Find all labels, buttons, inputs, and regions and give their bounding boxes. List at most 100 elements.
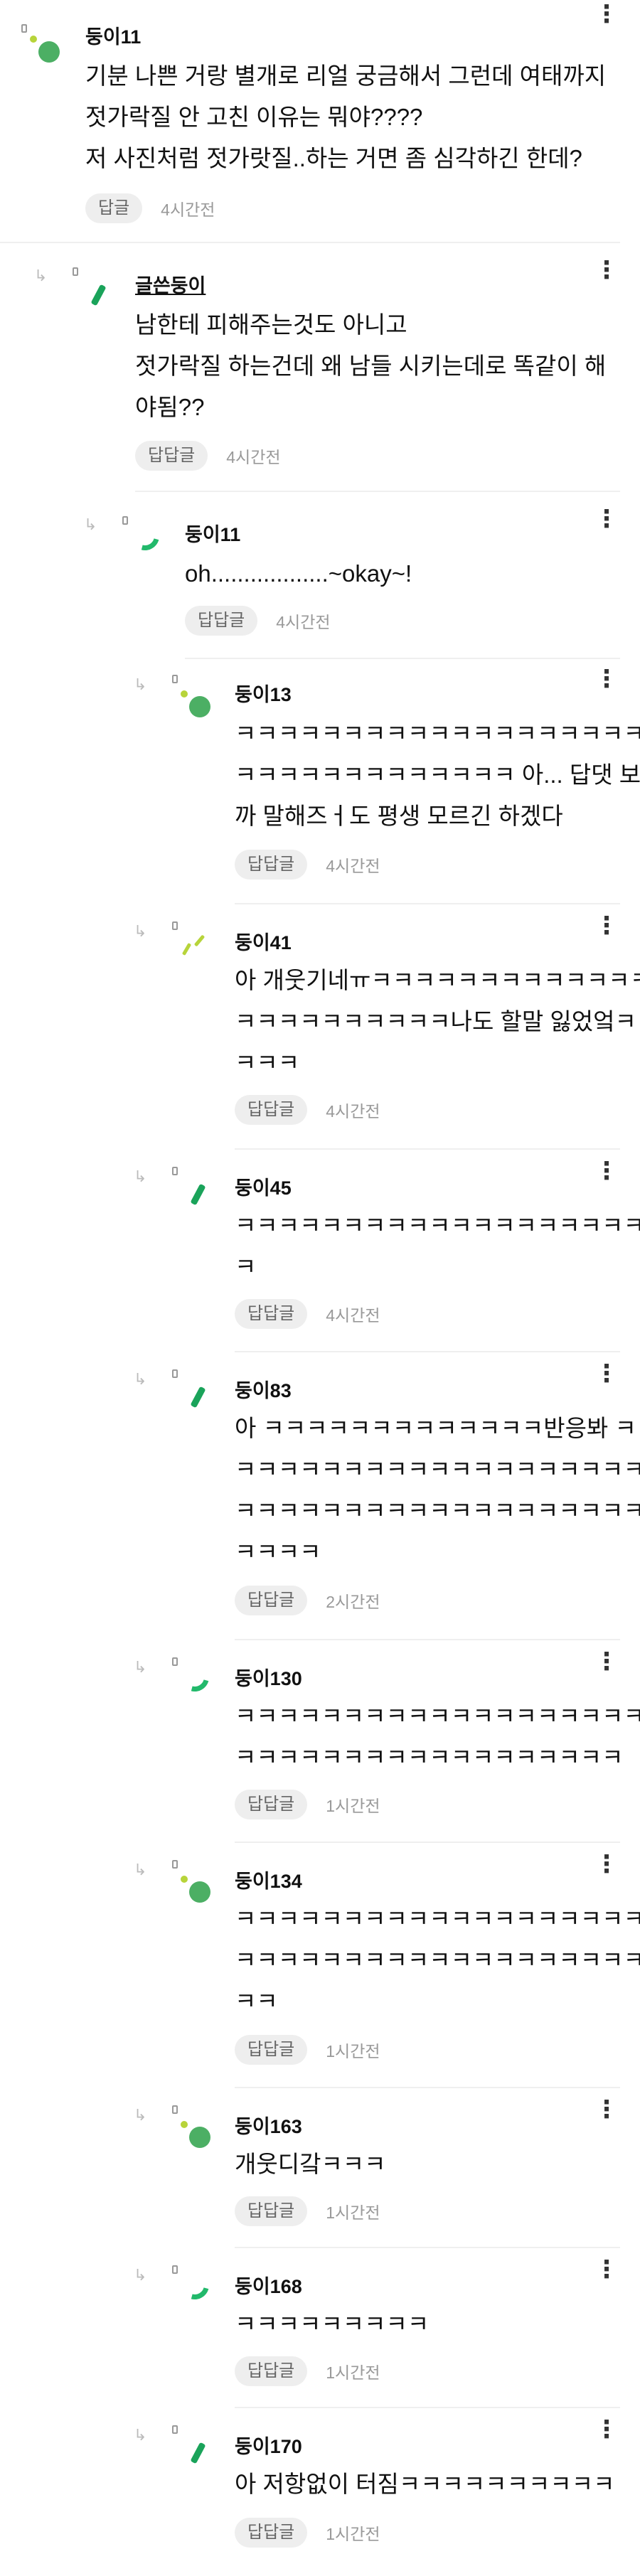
divider (235, 1351, 620, 1352)
comment-author[interactable]: 둥이45 (235, 1172, 292, 1200)
more-dots-icon[interactable]: ⋮ (594, 2417, 620, 2442)
timestamp: 1시간전 (326, 2525, 380, 2543)
comment-item: ↳ 둥이83 ⋮ 아 ㅋㅋㅋㅋㅋㅋㅋㅋㅋㅋㅋㅋㅋ반응봐 ㅋ ㅋㅋㅋㅋㅋㅋㅋㅋㅋㅋ… (0, 1351, 640, 1639)
reply-button[interactable]: 답답글 (235, 1586, 308, 1615)
timestamp: 4시간전 (326, 1306, 380, 1325)
comment-body: 아 개웃기네ㅠㅋㅋㅋㅋㅋㅋㅋㅋㅋㅋㅋㅋㅋ ㅋㅋㅋㅋㅋㅋㅋㅋㅋㅋ나도 할말 잃었엌… (235, 967, 640, 1076)
reply-button[interactable]: 답답글 (235, 2356, 308, 2386)
more-dots-icon[interactable]: ⋮ (594, 1852, 620, 1876)
comment-meta: 답답글 4시간전 (235, 1299, 380, 1329)
reply-button[interactable]: 답답글 (235, 2035, 308, 2065)
divider (235, 2087, 620, 2088)
reply-button[interactable]: 답답글 (135, 441, 208, 471)
reply-button[interactable]: 답답글 (235, 1790, 308, 1819)
more-dots-icon[interactable]: ⋮ (594, 2097, 620, 2122)
comment-author[interactable]: 둥이13 (235, 679, 292, 707)
comment-item: ↳ 둥이134 ⋮ ㅋㅋㅋㅋㅋㅋㅋㅋㅋㅋㅋㅋㅋㅋㅋㅋㅋㅋㅋㅋ ㅋㅋㅋㅋㅋㅋㅋㅋㅋ… (0, 1842, 640, 2087)
timestamp: 4시간전 (226, 448, 281, 466)
more-dots-icon[interactable]: ⋮ (594, 2, 620, 26)
avatar[interactable] (171, 1657, 216, 1703)
comment-author[interactable]: 둥이130 (235, 1663, 302, 1691)
comment-author[interactable]: 둥이134 (235, 1866, 302, 1893)
avatar[interactable] (171, 2105, 216, 2151)
reply-arrow-icon: ↳ (134, 1658, 147, 1676)
comment-meta: 답답글 1시간전 (235, 2518, 380, 2548)
avatar[interactable] (171, 921, 216, 967)
divider (235, 1639, 620, 1640)
reply-button[interactable]: 답답글 (235, 2196, 308, 2226)
comment-author[interactable]: 둥이11 (85, 21, 141, 49)
comment-meta: 답답글 1시간전 (235, 2356, 380, 2386)
comment-item: ↳ 둥이45 ⋮ ㅋㅋㅋㅋㅋㅋㅋㅋㅋㅋㅋㅋㅋㅋㅋㅋㅋㅋㅋㅋ ㅋ 답답글 4시간전 (0, 1148, 640, 1351)
more-dots-icon[interactable]: ⋮ (594, 1362, 620, 1386)
comment-body: ㅋㅋㅋㅋㅋㅋㅋㅋㅋㅋㅋㅋㅋㅋㅋㅋㅋㅋㅋㅋ ㅋ (235, 1212, 640, 1280)
reply-arrow-icon: ↳ (84, 515, 97, 533)
timestamp: 1시간전 (326, 1797, 380, 1815)
reply-button[interactable]: 답답글 (235, 2518, 308, 2548)
comment-body: 아 ㅋㅋㅋㅋㅋㅋㅋㅋㅋㅋㅋㅋㅋ반응봐 ㅋ ㅋㅋㅋㅋㅋㅋㅋㅋㅋㅋㅋㅋㅋㅋㅋㅋㅋㅋㅋ… (235, 1415, 640, 1565)
comment-item: ↳ 둥이41 ⋮ 아 개웃기네ㅠㅋㅋㅋㅋㅋㅋㅋㅋㅋㅋㅋㅋㅋ ㅋㅋㅋㅋㅋㅋㅋㅋㅋㅋ… (0, 903, 640, 1148)
comment-body: oh..................~okay~! (185, 560, 412, 587)
avatar[interactable] (171, 1167, 216, 1212)
comment-body: ㅋㅋㅋㅋㅋㅋㅋㅋㅋ (235, 2311, 430, 2337)
comment-meta: 답답글 4시간전 (185, 606, 331, 636)
reply-button[interactable]: 답글 (85, 193, 143, 223)
timestamp: 1시간전 (326, 2363, 380, 2382)
divider (235, 903, 620, 904)
more-dots-icon[interactable]: ⋮ (594, 2257, 620, 2282)
comment-meta: 답답글 4시간전 (235, 850, 380, 880)
comment-body: ㅋㅋㅋㅋㅋㅋㅋㅋㅋㅋㅋㅋㅋㅋㅋㅋㅋㅋㅋㅋ ㅋㅋㅋㅋㅋㅋㅋㅋㅋㅋㅋㅋㅋ 아... … (235, 720, 640, 829)
avatar[interactable] (71, 267, 117, 313)
comment-item: 둥이11 ⋮ 기분 나쁜 거랑 별개로 리얼 궁금해서 그런데 여태까지 젓가락… (0, 0, 640, 242)
more-dots-icon[interactable]: ⋮ (594, 1650, 620, 1674)
more-dots-icon[interactable]: ⋮ (594, 667, 620, 691)
avatar[interactable] (171, 1860, 216, 1906)
more-dots-icon[interactable]: ⋮ (594, 1159, 620, 1183)
avatar[interactable] (171, 675, 216, 720)
avatar[interactable] (171, 2265, 216, 2311)
comment-item: ↳ 둥이163 ⋮ 개웃디갘ㅋㅋㅋ 답답글 1시간전 (0, 2087, 640, 2247)
comment-author[interactable]: 글쓴둥이 (135, 270, 206, 298)
divider (235, 1148, 620, 1150)
comment-item: ↳ 둥이130 ⋮ ㅋㅋㅋㅋㅋㅋㅋㅋㅋㅋㅋㅋㅋㅋㅋㅋㅋㅋㅋㅋ ㅋㅋㅋㅋㅋㅋㅋㅋㅋ… (0, 1639, 640, 1842)
comment-body: 기분 나쁜 거랑 별개로 리얼 궁금해서 그런데 여태까지 젓가락질 안 고친 … (85, 63, 607, 171)
comment-item: ↳ 둥이13 ⋮ ㅋㅋㅋㅋㅋㅋㅋㅋㅋㅋㅋㅋㅋㅋㅋㅋㅋㅋㅋㅋ ㅋㅋㅋㅋㅋㅋㅋㅋㅋㅋ… (0, 658, 640, 903)
reply-button[interactable]: 답답글 (185, 606, 258, 636)
more-dots-icon[interactable]: ⋮ (594, 914, 620, 938)
reply-arrow-icon: ↳ (134, 1861, 147, 1878)
comment-body: 남한테 피해주는것도 아니고 젓가락질 하는건데 왜 남들 시키는데로 똑같이 … (135, 311, 607, 420)
timestamp: 1시간전 (326, 2203, 380, 2222)
comment-item: ↳ 둥이11 ⋮ oh..................~okay~! 답답글… (0, 491, 640, 658)
comment-item: ↳ 둥이170 ⋮ 아 저항없이 터짐ㅋㅋㅋㅋㅋㅋㅋㅋㅋㅋ 답답글 1시간전 (0, 2407, 640, 2576)
comment-author[interactable]: 둥이168 (235, 2271, 302, 2299)
comment-author[interactable]: 둥이41 (235, 927, 292, 955)
comment-body: 아 저항없이 터짐ㅋㅋㅋㅋㅋㅋㅋㅋㅋㅋ (235, 2471, 615, 2497)
divider (185, 658, 620, 659)
reply-button[interactable]: 답답글 (235, 1299, 308, 1329)
avatar[interactable] (171, 1369, 216, 1415)
avatar[interactable] (121, 516, 166, 562)
timestamp: 4시간전 (276, 613, 331, 631)
avatar[interactable] (171, 2425, 216, 2471)
comment-meta: 답답글 4시간전 (235, 1095, 380, 1125)
comment-item: ↳ 글쓴둥이 ⋮ 남한테 피해주는것도 아니고 젓가락질 하는건데 왜 남들 시… (0, 242, 640, 483)
comment-meta: 답답글 4시간전 (135, 441, 281, 471)
divider (0, 242, 620, 243)
reply-button[interactable]: 답답글 (235, 1095, 308, 1125)
comment-author[interactable]: 둥이170 (235, 2431, 302, 2459)
comment-body: ㅋㅋㅋㅋㅋㅋㅋㅋㅋㅋㅋㅋㅋㅋㅋㅋㅋㅋㅋㅋ ㅋㅋㅋㅋㅋㅋㅋㅋㅋㅋㅋㅋㅋㅋㅋㅋㅋㅋㅋ… (235, 1906, 640, 2014)
comment-author[interactable]: 둥이83 (235, 1375, 292, 1403)
reply-arrow-icon: ↳ (134, 2106, 147, 2124)
timestamp: 4시간전 (326, 857, 380, 875)
timestamp: 4시간전 (161, 201, 215, 219)
more-dots-icon[interactable]: ⋮ (594, 507, 620, 531)
reply-arrow-icon: ↳ (134, 2266, 147, 2284)
comment-meta: 답답글 2시간전 (235, 1586, 380, 1615)
divider (235, 2247, 620, 2248)
avatar[interactable] (20, 20, 65, 65)
divider (235, 1842, 620, 1843)
comment-author[interactable]: 둥이11 (185, 519, 240, 547)
reply-button[interactable]: 답답글 (235, 850, 308, 880)
more-dots-icon[interactable]: ⋮ (594, 258, 620, 282)
comment-author[interactable]: 둥이163 (235, 2111, 302, 2139)
